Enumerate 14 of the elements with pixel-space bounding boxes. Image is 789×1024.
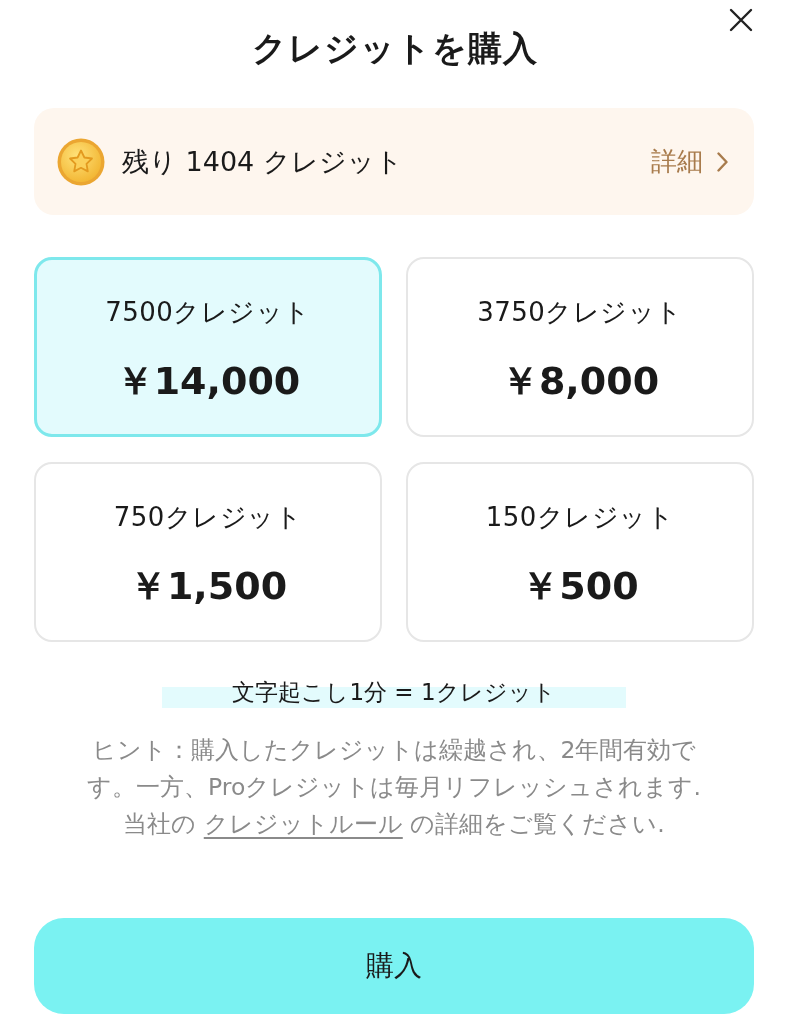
close-button[interactable] bbox=[729, 8, 753, 32]
credit-package-card[interactable]: 3750クレジット ￥8,000 bbox=[406, 257, 754, 437]
dialog-title: クレジットを購入 bbox=[251, 27, 538, 70]
close-icon bbox=[729, 8, 753, 32]
rules-sentence: 当社の クレジットルール の詳細をご覧ください. bbox=[123, 809, 665, 840]
credit-package-card[interactable]: 7500クレジット ￥14,000 bbox=[34, 257, 382, 437]
purchase-button[interactable]: 購入 bbox=[34, 918, 754, 1014]
chevron-right-icon bbox=[717, 151, 728, 172]
credit-rules-link[interactable]: クレジットルール bbox=[203, 810, 403, 838]
credit-balance-text: 残り 1404 クレジット bbox=[122, 144, 404, 179]
credit-package-card[interactable]: 150クレジット ￥500 bbox=[406, 462, 754, 642]
credit-package-card[interactable]: 750クレジット ￥1,500 bbox=[34, 462, 382, 642]
hint-text: ヒント：購入したクレジットは繰越され、2年間有効です。一方、Proクレジットは毎月リフレッシュされます. bbox=[86, 735, 702, 803]
details-link[interactable]: 詳細 bbox=[651, 144, 728, 179]
